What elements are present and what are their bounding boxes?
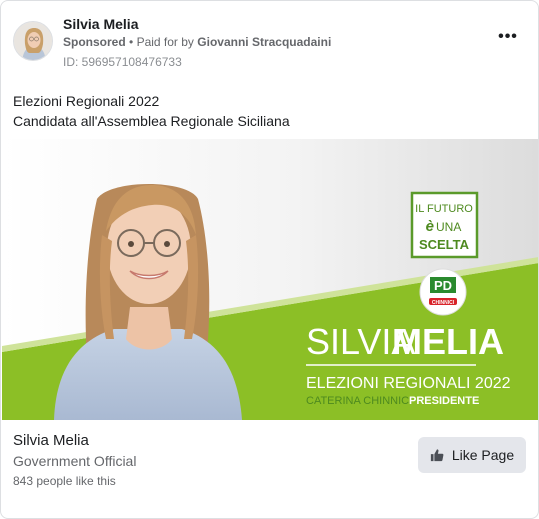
pd-party-logo: PD CHINNICI (419, 268, 467, 316)
more-options-button[interactable]: ••• (490, 29, 526, 53)
thumbs-up-icon (430, 449, 444, 462)
ad-card: Silvia Melia Sponsored • Paid for by Gio… (0, 0, 539, 519)
creative-artwork: IL FUTURO è UNA SCELTA PD CHINNICI SILVI… (2, 139, 538, 420)
caption-line-1: Elezioni Regionali 2022 (13, 93, 160, 109)
avatar-photo (14, 22, 52, 60)
badge-line-2: UNA (436, 220, 461, 234)
ad-creative-image[interactable]: IL FUTURO è UNA SCELTA PD CHINNICI SILVI… (2, 139, 538, 420)
like-page-label: Like Page (451, 447, 515, 463)
badge-line-2-e: è (426, 218, 434, 235)
avatar[interactable] (13, 21, 53, 61)
candidate-last-name: MELIA (392, 321, 504, 362)
president-role: PRESIDENTE (409, 395, 479, 407)
like-page-button[interactable]: Like Page (418, 437, 526, 473)
more-horizontal-icon: ••• (498, 28, 518, 45)
paid-for-prefix: Paid for by (136, 35, 194, 49)
page-name[interactable]: Silvia Melia (63, 16, 138, 32)
ad-header: Silvia Melia Sponsored • Paid for by Gio… (13, 13, 526, 71)
party-logo-letters: PD (434, 278, 452, 293)
ad-caption: Elezioni Regionali 2022 Candidata all'As… (13, 91, 290, 131)
ad-footer: Silvia Melia Government Official 843 peo… (13, 429, 526, 499)
sponsored-line: Sponsored • Paid for by Giovanni Stracqu… (63, 35, 331, 49)
badge-line-1: IL FUTURO (415, 203, 473, 215)
badge-line-3: SCELTA (419, 237, 470, 252)
slogan-badge: IL FUTURO è UNA SCELTA (410, 191, 479, 259)
caption-line-2: Candidata all'Assemblea Regionale Sicili… (13, 113, 290, 129)
election-label: ELEZIONI REGIONALI 2022 (306, 375, 511, 392)
president-name: CATERINA CHINNICI (306, 395, 412, 407)
ad-id: ID: 596957108476733 (63, 55, 182, 69)
party-logo-text: CHINNICI (432, 300, 455, 306)
payer-name[interactable]: Giovanni Stracquadaini (197, 35, 331, 49)
page-like-count: 843 people like this (13, 474, 116, 488)
sponsored-label: Sponsored (63, 35, 126, 49)
meta-separator: • (129, 35, 134, 49)
